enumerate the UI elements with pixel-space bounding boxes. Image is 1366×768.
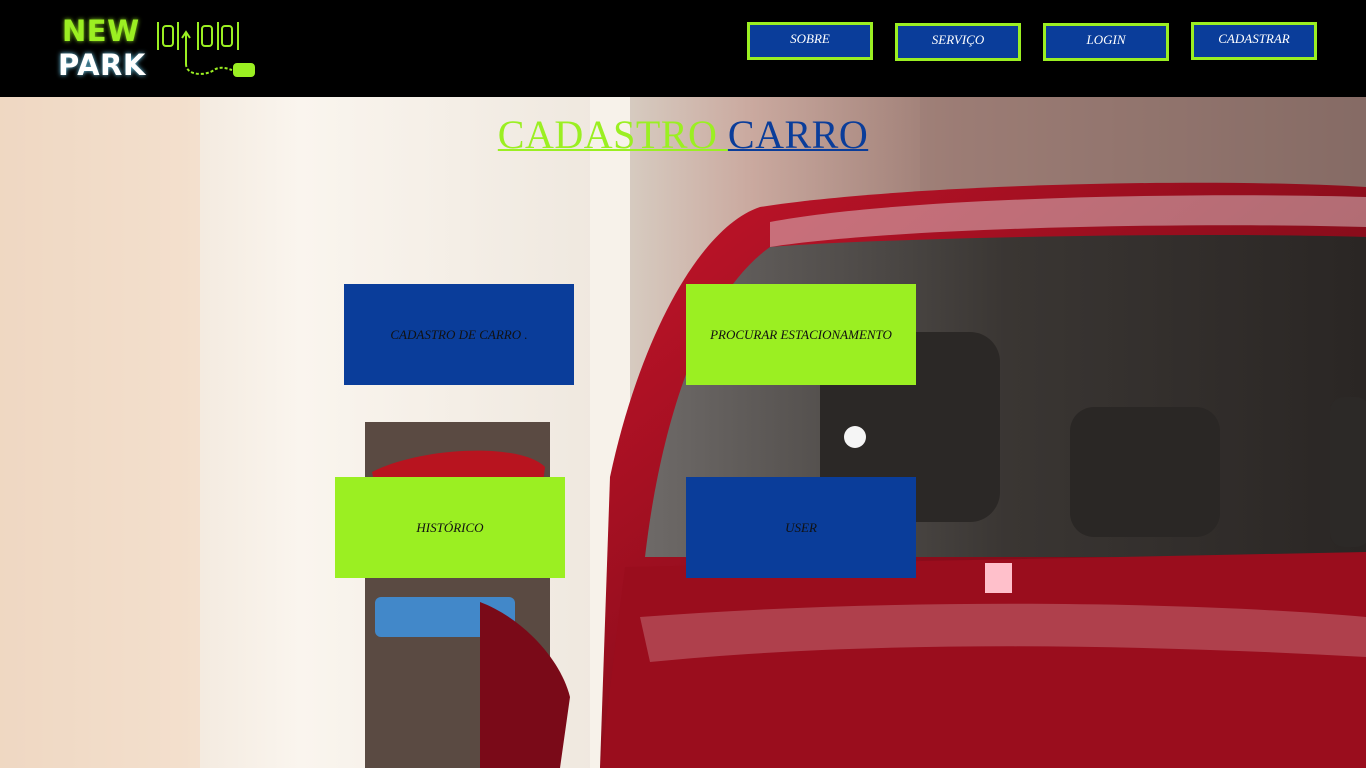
hero-section: CADASTRO CARRO CADASTRO DE CARRO . PROCU… — [0, 97, 1366, 768]
pink-square-element — [985, 563, 1012, 593]
page-title-part1: CADASTRO — [497, 112, 728, 157]
historico-button[interactable]: HISTÓRICO — [335, 477, 565, 578]
red-car-background-image — [0, 97, 1366, 768]
header: NEW PARK SOBRE SERVIÇO LOGIN CADASTRAR — [0, 0, 1366, 97]
nav-cadastrar-label: CADASTRAR — [1218, 31, 1290, 46]
cadastro-de-carro-label: CADASTRO DE CARRO . — [390, 326, 528, 342]
logo-text-new: NEW — [62, 14, 140, 48]
page-title: CADASTRO CARRO — [0, 111, 1366, 159]
nav-login-button[interactable]: LOGIN — [1043, 23, 1169, 61]
historico-label: HISTÓRICO — [416, 519, 484, 535]
logo-text-park: PARK — [58, 48, 146, 82]
procurar-estacionamento-label: PROCURAR ESTACIONAMENTO — [710, 326, 892, 342]
parking-car-icon — [157, 22, 255, 77]
nav-servico-label: SERVIÇO — [931, 32, 985, 47]
nav-sobre-label: SOBRE — [790, 31, 830, 46]
nav-sobre-button[interactable]: SOBRE — [747, 22, 873, 60]
page-title-part2: CARRO — [727, 112, 869, 157]
procurar-estacionamento-button[interactable]: PROCURAR ESTACIONAMENTO — [686, 284, 916, 385]
nav-servico-button[interactable]: SERVIÇO — [895, 23, 1021, 61]
user-button[interactable]: USER — [686, 477, 916, 578]
nav-cadastrar-button[interactable]: CADASTRAR — [1191, 22, 1317, 60]
user-label: USER — [785, 519, 817, 535]
logo[interactable]: NEW PARK — [56, 14, 261, 86]
cadastro-de-carro-button[interactable]: CADASTRO DE CARRO . — [344, 284, 574, 385]
nav-login-label: LOGIN — [1086, 32, 1126, 47]
